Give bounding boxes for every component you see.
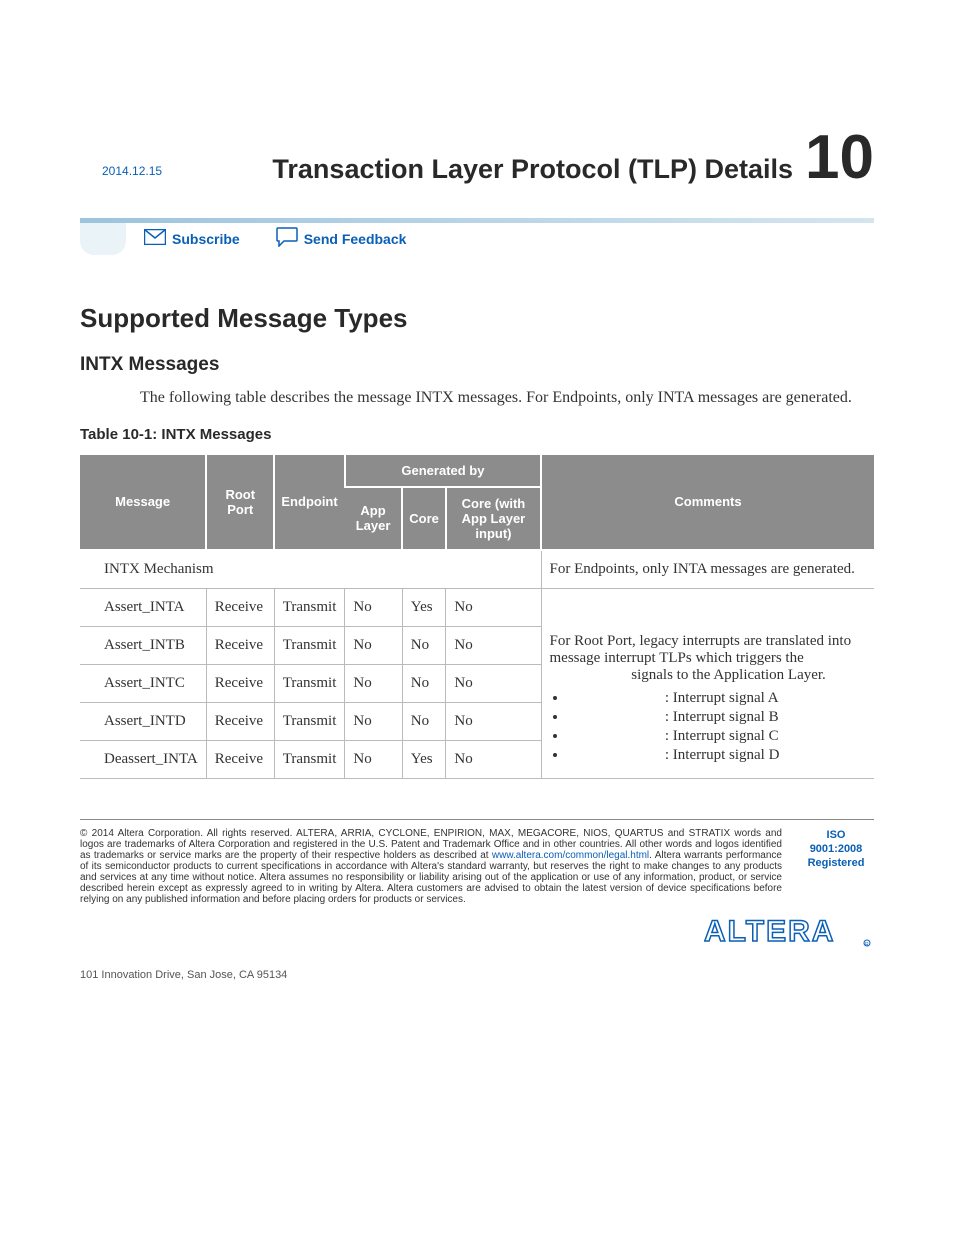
actions-bg — [80, 223, 126, 255]
chapter-number: 10 — [805, 130, 874, 186]
heading-intx: INTX Messages — [80, 354, 874, 376]
intro-text: The following table describes the messag… — [140, 386, 874, 410]
iso-badge: ISO 9001:2008 Registered — [798, 828, 874, 871]
th-endpoint: Endpoint — [274, 455, 345, 550]
legal-link[interactable]: www.altera.com/common/legal.html — [492, 850, 649, 861]
subscribe-label: Subscribe — [172, 231, 240, 247]
code-span — [550, 668, 628, 683]
th-comments: Comments — [541, 455, 874, 550]
subscribe-link[interactable]: Subscribe — [144, 229, 240, 248]
mail-icon — [144, 229, 166, 248]
svg-text:R: R — [865, 942, 869, 948]
th-generated-by: Generated by — [345, 455, 541, 487]
chapter-title: Transaction Layer Protocol (TLP) Details — [272, 154, 793, 185]
th-core-with: Core (with App Layer input) — [446, 487, 541, 550]
footer: © 2014 Altera Corporation. All rights re… — [80, 819, 874, 905]
th-app-layer: App Layer — [345, 487, 402, 550]
th-message: Message — [80, 455, 206, 550]
feedback-link[interactable]: Send Feedback — [276, 227, 407, 250]
svg-text:ALTERA: ALTERA — [704, 915, 835, 948]
feedback-label: Send Feedback — [304, 231, 407, 247]
altera-logo: ALTERA R — [704, 913, 874, 951]
footer-address: 101 Innovation Drive, San Jose, CA 95134 — [80, 969, 874, 981]
intx-table: Message Root Port Endpoint Generated by … — [80, 455, 874, 779]
table-caption: Table 10-1: INTX Messages — [80, 426, 874, 443]
heading-supported: Supported Message Types — [80, 303, 874, 334]
section-intx-mech: INTX Mechanism — [80, 550, 541, 589]
footer-copyright: © 2014 Altera Corporation. All rights re… — [80, 828, 782, 905]
comments-block: For Root Port, legacy interrupts are tra… — [541, 588, 874, 778]
comment-icon — [276, 227, 298, 250]
th-core: Core — [402, 487, 446, 550]
table-row: Assert_INTA Receive Transmit No Yes No F… — [80, 588, 874, 626]
section-intx-comment: For Endpoints, only INTA messages are ge… — [541, 550, 874, 589]
th-root-port: Root Port — [206, 455, 274, 550]
